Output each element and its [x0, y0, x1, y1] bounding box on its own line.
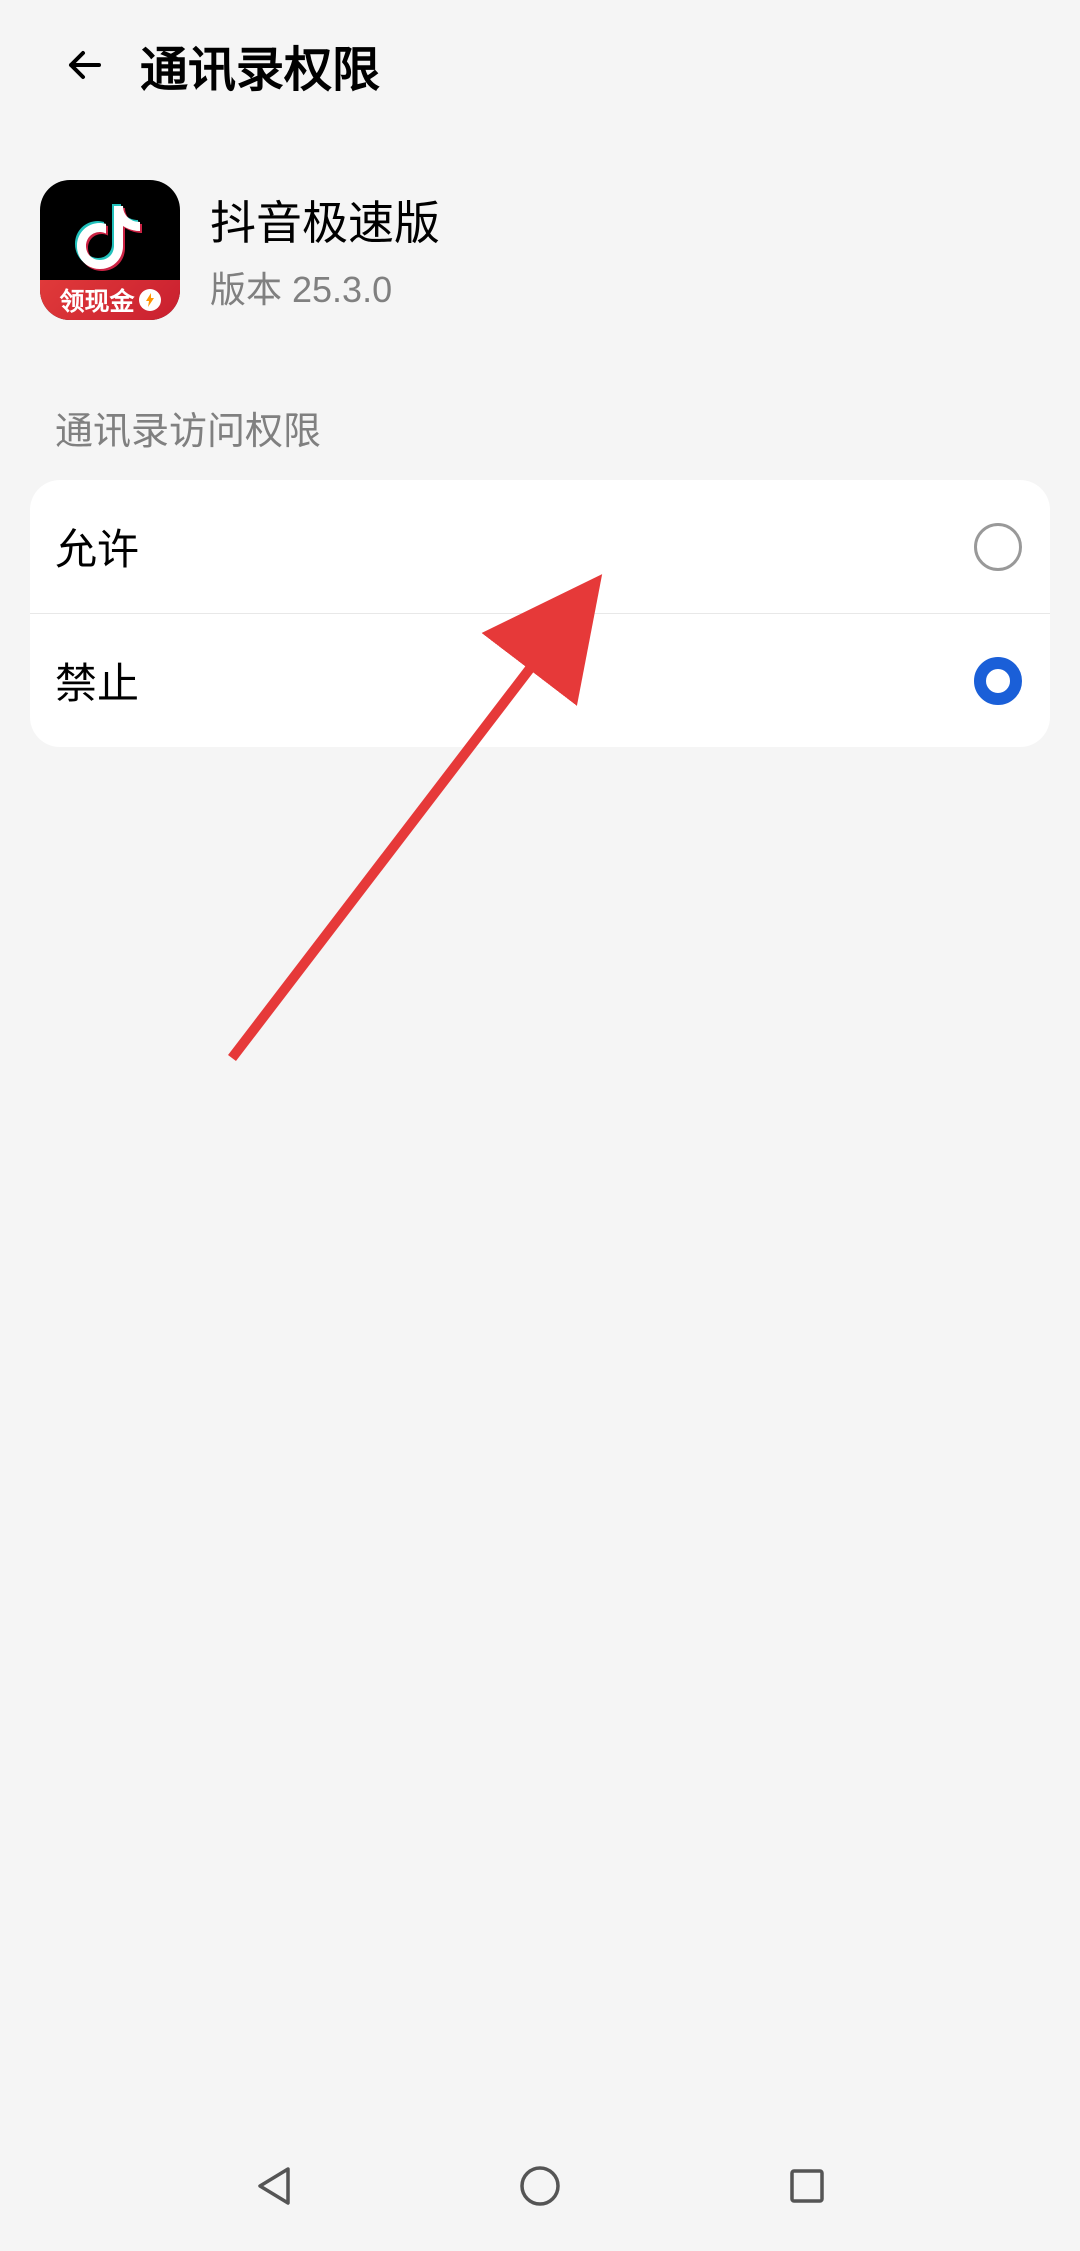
- circle-home-icon: [519, 2165, 561, 2207]
- page-title: 通讯录权限: [140, 30, 380, 100]
- nav-back-button[interactable]: [243, 2156, 303, 2216]
- cash-banner-text: 领现金: [59, 282, 134, 318]
- option-allow[interactable]: 允许: [30, 480, 1050, 614]
- app-name: 抖音极速版: [210, 187, 440, 253]
- app-details: 抖音极速版 版本 25.3.0: [210, 187, 440, 313]
- app-info-section: 领现金 抖音极速版 版本 25.3.0: [0, 130, 1080, 360]
- option-deny[interactable]: 禁止: [30, 614, 1050, 747]
- options-card: 允许 禁止: [30, 480, 1050, 747]
- back-button[interactable]: [60, 40, 110, 90]
- bolt-icon: [139, 289, 161, 311]
- app-version: 版本 25.3.0: [210, 261, 440, 313]
- radio-unchecked-icon: [974, 523, 1022, 571]
- triangle-back-icon: [254, 2165, 292, 2207]
- nav-recents-button[interactable]: [777, 2156, 837, 2216]
- app-icon: 领现金: [40, 180, 180, 320]
- nav-home-button[interactable]: [510, 2156, 570, 2216]
- square-recents-icon: [788, 2167, 826, 2205]
- page-header: 通讯录权限: [0, 0, 1080, 130]
- radio-checked-icon: [974, 657, 1022, 705]
- tiktok-logo-icon: [72, 198, 148, 274]
- cash-banner: 领现金: [40, 280, 180, 320]
- arrow-left-icon: [61, 41, 109, 89]
- option-deny-label: 禁止: [55, 650, 139, 711]
- option-allow-label: 允许: [55, 516, 139, 577]
- system-nav-bar: [0, 2121, 1080, 2251]
- section-title: 通讯录访问权限: [0, 360, 1080, 480]
